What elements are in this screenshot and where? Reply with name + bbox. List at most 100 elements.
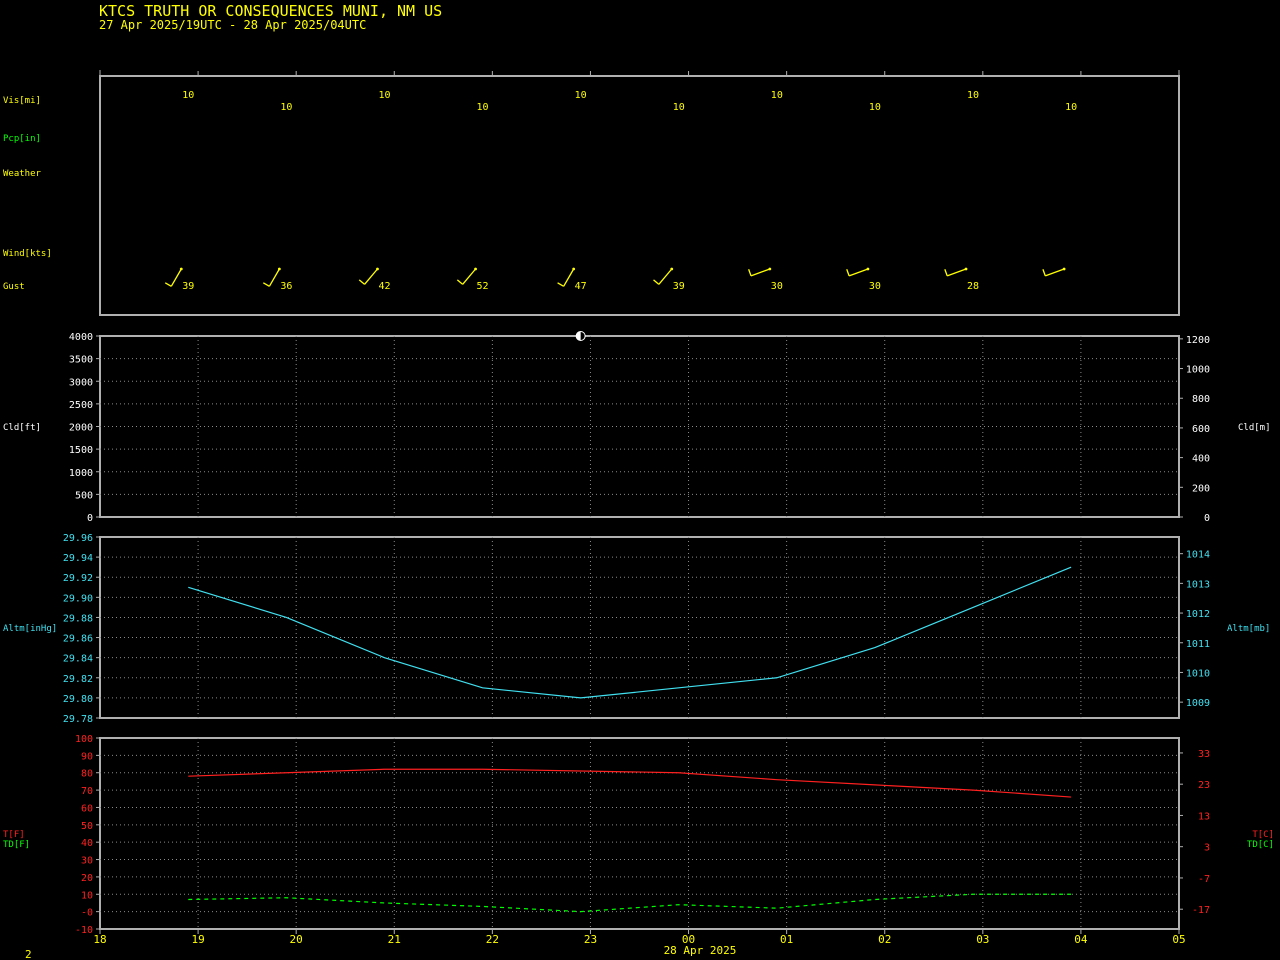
cloud-right-tick-label: 200 xyxy=(1192,483,1210,494)
gust-value: 52 xyxy=(477,281,489,292)
alt-left-tick-label: 29.94 xyxy=(63,553,93,564)
cloud-right-axis-label: Cld[m] xyxy=(1238,423,1271,433)
gust-value: 47 xyxy=(575,281,587,292)
alt-left-axis-label: Altm[inHg] xyxy=(3,624,57,634)
temp-left-tick-label: 100 xyxy=(75,734,93,745)
temp-left-axis-label: T[F] xyxy=(3,830,25,840)
time-axis-tick-label: 04 xyxy=(1074,933,1088,946)
temp-left-tick-label: 60 xyxy=(81,803,93,814)
gust-value: 30 xyxy=(869,281,881,292)
page-number: 2 xyxy=(25,948,32,960)
weather-row-label: Weather xyxy=(3,169,42,179)
alt-left-tick-label: 29.92 xyxy=(63,573,93,584)
wind-row-label: Wind[kts] xyxy=(3,249,52,259)
wind-barb-station xyxy=(179,267,183,271)
gust-value: 30 xyxy=(771,281,783,292)
visibility-value: 10 xyxy=(280,102,292,113)
temp-left-tick-label: -10 xyxy=(75,925,93,936)
visibility-row-label: Vis[mi] xyxy=(3,96,41,106)
temp-left-tick-label: 70 xyxy=(81,786,93,797)
temp-right-tick-label: 23 xyxy=(1198,780,1210,791)
time-axis-tick-label: 21 xyxy=(388,933,401,946)
date-label: 28 Apr 2025 xyxy=(664,944,737,957)
wind-barb-station xyxy=(277,267,281,271)
cloud-right-tick-label: 0 xyxy=(1204,513,1210,524)
alt-right-tick-label: 1013 xyxy=(1186,579,1210,590)
gust-value: 39 xyxy=(673,281,685,292)
wind-barb-station xyxy=(768,267,772,271)
temp-right-tick-label: -17 xyxy=(1192,905,1210,916)
wind-barb-station xyxy=(866,267,870,271)
wind-barb-station xyxy=(572,267,576,271)
dewpoint-left-axis-label: TD[F] xyxy=(3,840,30,850)
cloud-left-tick-label: 0 xyxy=(87,513,93,524)
temp-right-tick-label: 33 xyxy=(1198,749,1210,760)
precip-row-label: Pcp[in] xyxy=(3,134,41,144)
wind-barb-station xyxy=(1062,267,1066,271)
cloud-left-tick-label: 2000 xyxy=(69,423,93,434)
temp-left-tick-label: 50 xyxy=(81,821,93,832)
gust-row-label: Gust xyxy=(3,282,25,292)
visibility-value: 10 xyxy=(673,102,685,113)
alt-right-tick-label: 1012 xyxy=(1186,609,1210,620)
cloud-right-tick-label: 800 xyxy=(1192,394,1210,405)
alt-left-tick-label: 29.88 xyxy=(63,613,93,624)
visibility-value: 10 xyxy=(182,90,194,101)
wind-barb-station xyxy=(474,267,477,271)
gust-value: 42 xyxy=(378,281,390,292)
temp-left-tick-label: 20 xyxy=(81,873,93,884)
temp-left-tick-label: -0 xyxy=(81,908,93,919)
temp-left-tick-label: 90 xyxy=(81,751,93,762)
visibility-value: 10 xyxy=(1065,102,1077,113)
visibility-value: 10 xyxy=(477,102,489,113)
cloud-right-tick-label: 600 xyxy=(1192,424,1210,435)
cloud-left-tick-label: 2500 xyxy=(69,400,93,411)
alt-left-tick-label: 29.90 xyxy=(63,593,93,604)
alt-right-tick-label: 1014 xyxy=(1186,550,1210,561)
meteogram: KTCS TRUTH OR CONSEQUENCES MUNI, NM US 2… xyxy=(0,0,1280,960)
wind-barb-station xyxy=(964,267,968,271)
temp-right-tick-label: 13 xyxy=(1198,811,1210,822)
gust-value: 39 xyxy=(182,281,194,292)
visibility-value: 10 xyxy=(967,90,979,101)
cloud-left-tick-label: 500 xyxy=(75,490,93,501)
time-axis-tick-label: 20 xyxy=(290,933,303,946)
time-axis-tick-label: 18 xyxy=(93,933,106,946)
alt-right-tick-label: 1011 xyxy=(1186,639,1210,650)
time-axis-tick-label: 05 xyxy=(1172,933,1185,946)
alt-left-tick-label: 29.96 xyxy=(63,533,93,544)
cloud-right-tick-label: 1000 xyxy=(1186,365,1210,376)
alt-left-tick-label: 29.84 xyxy=(63,654,93,665)
time-axis-tick-label: 02 xyxy=(878,933,891,946)
cloud-left-tick-label: 3500 xyxy=(69,355,93,366)
wind-barb-station xyxy=(670,267,674,271)
cloud-left-axis-label: Cld[ft] xyxy=(3,423,41,433)
cloud-left-tick-label: 1500 xyxy=(69,445,93,456)
temp-left-tick-label: 40 xyxy=(81,838,93,849)
wind-barb-station xyxy=(376,267,379,271)
visibility-value: 10 xyxy=(378,90,390,101)
cloud-right-tick-label: 1200 xyxy=(1186,335,1210,346)
cloud-left-tick-label: 1000 xyxy=(69,468,93,479)
cloud-right-tick-label: 400 xyxy=(1192,454,1210,465)
dewpoint-right-axis-label: TD[C] xyxy=(1247,840,1274,850)
temp-right-axis-label: T[C] xyxy=(1252,830,1274,840)
alt-right-tick-label: 1009 xyxy=(1186,698,1210,709)
visibility-value: 10 xyxy=(771,90,783,101)
visibility-value: 10 xyxy=(869,102,881,113)
cloud-cover-symbol xyxy=(575,331,586,341)
alt-right-tick-label: 1010 xyxy=(1186,668,1210,679)
gust-value: 28 xyxy=(967,281,979,292)
alt-left-tick-label: 29.78 xyxy=(63,714,93,725)
alt-right-axis-label: Altm[mb] xyxy=(1227,624,1270,634)
temp-left-tick-label: 30 xyxy=(81,856,93,867)
temp-right-tick-label: -7 xyxy=(1198,874,1210,885)
time-axis-tick-label: 19 xyxy=(191,933,204,946)
time-axis-tick-label: 01 xyxy=(780,933,793,946)
time-range-subtitle: 27 Apr 2025/19UTC - 28 Apr 2025/04UTC xyxy=(99,18,366,32)
temp-right-tick-label: 3 xyxy=(1204,843,1210,854)
cloud-left-tick-label: 3000 xyxy=(69,377,93,388)
alt-left-tick-label: 29.80 xyxy=(63,694,93,705)
cloud-left-tick-label: 4000 xyxy=(69,332,93,343)
alt-left-tick-label: 29.86 xyxy=(63,634,93,645)
